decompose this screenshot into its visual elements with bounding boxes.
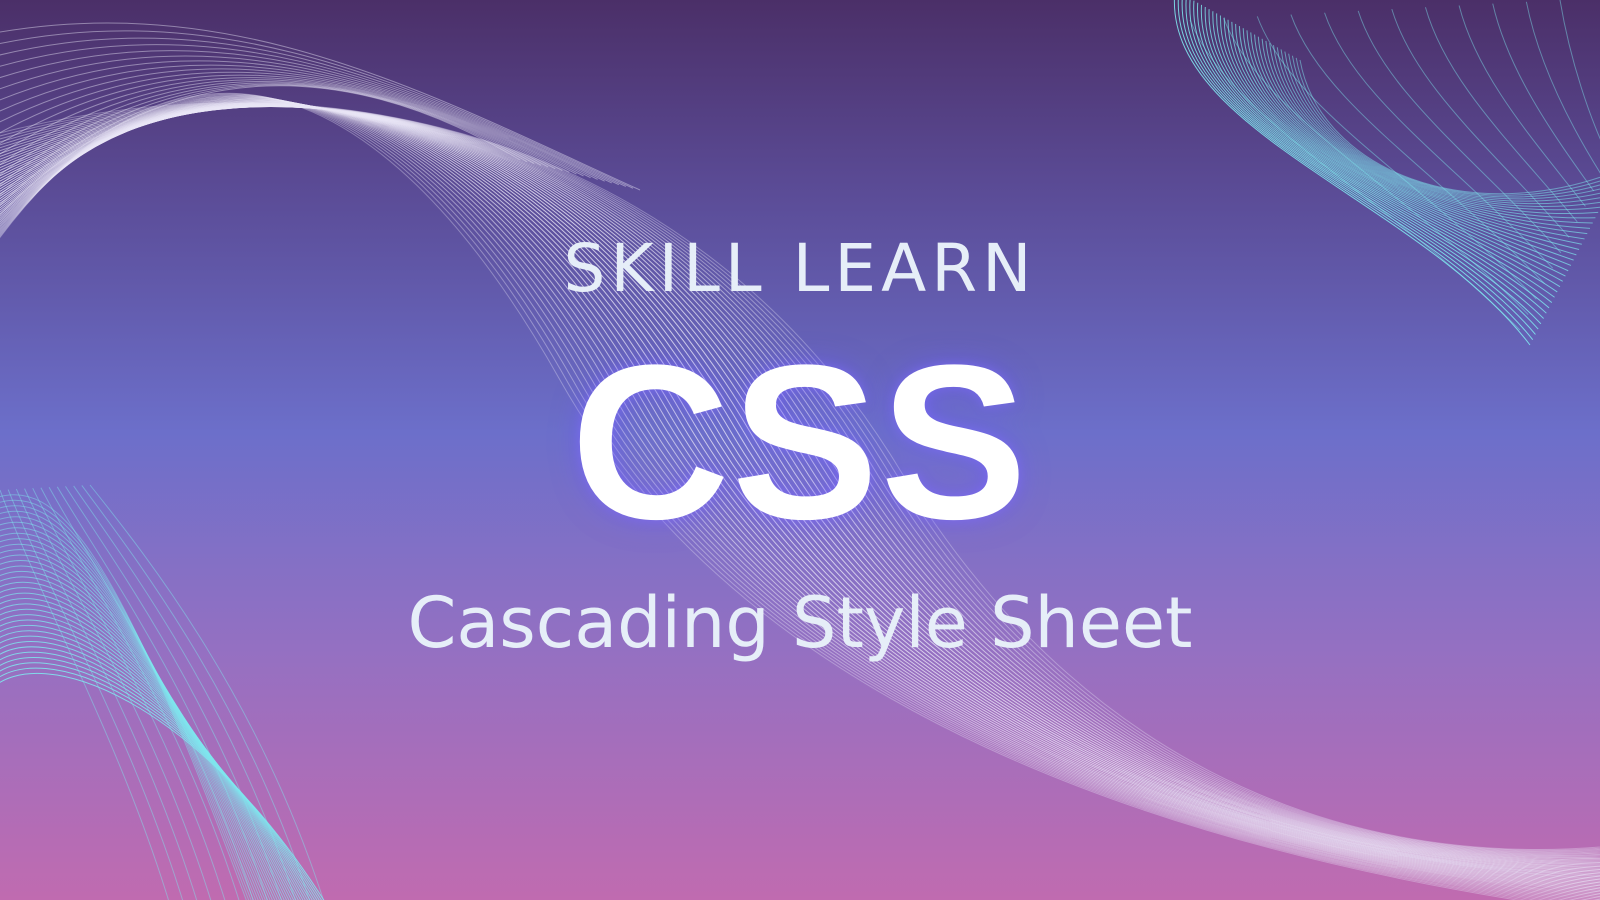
kicker-text: SKILL LEARN — [563, 230, 1037, 307]
headline-text: CSS — [570, 319, 1030, 565]
slide-canvas: SKILL LEARN CSS Cascading Style Sheet — [0, 0, 1600, 900]
subtitle-text: Cascading Style Sheet — [407, 582, 1193, 664]
title-block: SKILL LEARN CSS Cascading Style Sheet — [0, 0, 1600, 900]
